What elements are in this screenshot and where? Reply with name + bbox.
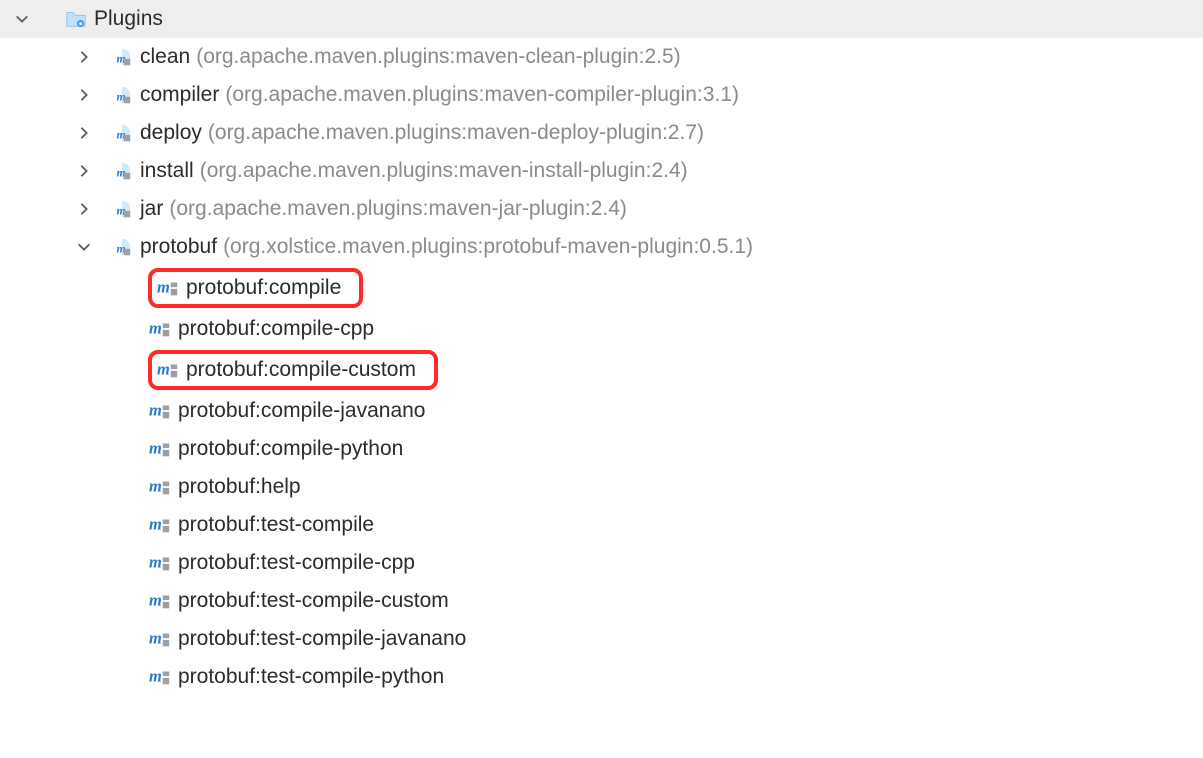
root-label: Plugins [94,7,163,31]
maven-goal-icon: m [148,317,172,341]
plugin-name: protobuf [140,235,217,259]
plugin-row[interactable]: m deploy(org.apache.maven.plugins:maven-… [0,114,1203,152]
highlight-annotation: m protobuf:compile [148,268,363,308]
goal-row[interactable]: m protobuf:test-compile-javanano [0,620,1203,658]
maven-plugin-icon: m [110,121,134,145]
folder-gear-icon [64,7,88,31]
goal-label: protobuf:compile-custom [186,358,416,382]
goal-label: protobuf:test-compile-custom [178,589,449,613]
maven-goal-icon: m [156,276,180,300]
maven-plugin-icon: m [110,83,134,107]
goal-label: protobuf:test-compile-cpp [178,551,415,575]
maven-goal-icon: m [148,475,172,499]
goal-label: protobuf:test-compile-python [178,665,444,689]
svg-text:m: m [149,515,162,534]
chevron-down-icon[interactable] [8,12,36,26]
plugin-name: jar [140,197,163,221]
tree-root-row[interactable]: . Plugins [0,0,1203,38]
maven-goal-icon: m [148,627,172,651]
plugin-name: deploy [140,121,202,145]
goal-row[interactable]: m protobuf:compile-python [0,430,1203,468]
plugin-coordinates: (org.apache.maven.plugins:maven-install-… [200,159,688,183]
maven-plugin-icon: m [110,159,134,183]
chevron-right-icon[interactable] [70,164,98,178]
chevron-right-icon[interactable] [70,50,98,64]
maven-goal-icon: m [148,665,172,689]
svg-text:m: m [157,360,170,379]
plugin-row[interactable]: m compiler(org.apache.maven.plugins:mave… [0,76,1203,114]
maven-plugin-icon: m [110,197,134,221]
goal-row[interactable]: m protobuf:help [0,468,1203,506]
goal-row[interactable]: m protobuf:compile [0,266,1203,310]
plugin-name: compiler [140,83,219,107]
plugin-coordinates: (org.xolstice.maven.plugins:protobuf-mav… [223,235,753,259]
maven-goal-icon: m [156,358,180,382]
maven-plugin-icon: m [110,45,134,69]
goal-row[interactable]: m protobuf:compile-javanano [0,392,1203,430]
plugins-container: m clean(org.apache.maven.plugins:maven-c… [0,38,1203,696]
plugin-coordinates: (org.apache.maven.plugins:maven-compiler… [225,83,739,107]
svg-text:m: m [149,319,162,338]
chevron-down-icon[interactable] [70,240,98,254]
svg-text:m: m [157,278,170,297]
chevron-right-icon[interactable] [70,126,98,140]
svg-text:m: m [149,477,162,496]
plugin-row[interactable]: m install(org.apache.maven.plugins:maven… [0,152,1203,190]
plugin-row[interactable]: m clean(org.apache.maven.plugins:maven-c… [0,38,1203,76]
plugin-row[interactable]: m jar (org.apache.maven.plugins:maven-jar… [0,190,1203,228]
goal-row[interactable]: m protobuf:test-compile-cpp [0,544,1203,582]
chevron-right-icon[interactable] [70,88,98,102]
goal-row[interactable]: m protobuf:test-compile [0,506,1203,544]
goal-row[interactable]: m protobuf:compile-cpp [0,310,1203,348]
goal-label: protobuf:compile-python [178,437,403,461]
svg-text:m: m [149,553,162,572]
plugin-name: clean [140,45,190,69]
goal-row[interactable]: m protobuf:test-compile-custom [0,582,1203,620]
maven-plugins-tree: . Plugins m clean(org.apache.maven.plugi… [0,0,1203,696]
plugin-coordinates: (org.apache.maven.plugins:maven-jar-plug… [169,197,627,221]
svg-text:m: m [149,401,162,420]
goal-label: protobuf:compile-cpp [178,317,374,341]
goal-row[interactable]: m protobuf:compile-custom [0,348,1203,392]
chevron-right-icon[interactable] [70,202,98,216]
highlight-annotation: m protobuf:compile-custom [148,350,438,390]
maven-goal-icon: m [148,513,172,537]
svg-text:m: m [149,591,162,610]
goal-label: protobuf:compile-javanano [178,399,426,423]
goal-label: protobuf:help [178,475,301,499]
plugin-row[interactable]: m protobuf(org.xolstice.maven.plugins:pr… [0,228,1203,266]
goal-label: protobuf:compile [186,276,341,300]
svg-text:m: m [149,439,162,458]
plugin-coordinates: (org.apache.maven.plugins:maven-deploy-p… [208,121,704,145]
plugin-coordinates: (org.apache.maven.plugins:maven-clean-pl… [196,45,680,69]
goal-label: protobuf:test-compile-javanano [178,627,466,651]
maven-goal-icon: m [148,437,172,461]
maven-goal-icon: m [148,551,172,575]
goal-row[interactable]: m protobuf:test-compile-python [0,658,1203,696]
svg-text:m: m [149,667,162,686]
goal-label: protobuf:test-compile [178,513,374,537]
svg-text:m: m [149,629,162,648]
maven-goal-icon: m [148,589,172,613]
maven-plugin-icon: m [110,235,134,259]
maven-goal-icon: m [148,399,172,423]
plugin-name: install [140,159,194,183]
